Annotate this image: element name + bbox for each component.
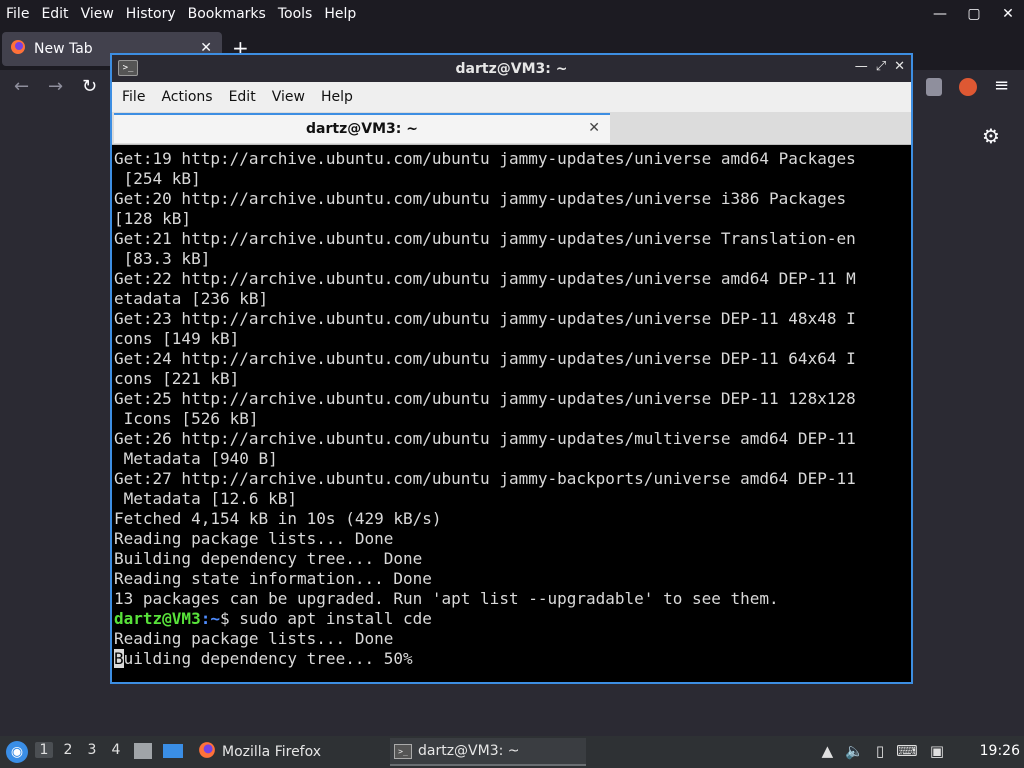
menu-file[interactable]: File (0, 6, 35, 22)
menu-edit[interactable]: Edit (35, 6, 74, 22)
show-desktop-icon[interactable] (163, 744, 183, 758)
term-menu-actions[interactable]: Actions (153, 89, 220, 105)
taskbar: ◉ 1 2 3 4 Mozilla Firefox >_ dartz@VM3: … (0, 736, 1024, 768)
output-line: [83.3 kB] (123, 249, 211, 268)
minimize-button[interactable]: — (930, 6, 950, 22)
terminal-output[interactable]: Get:19 http://archive.ubuntu.com/ubuntu … (112, 145, 911, 682)
terminal-menubar: File Actions Edit View Help (112, 82, 911, 112)
maximize-button[interactable]: ▢ (964, 6, 984, 22)
output-line: Building dependency tree... Done (114, 549, 423, 568)
output-line: Get:19 http://archive.ubuntu.com/ubuntu … (114, 149, 856, 168)
term-menu-file[interactable]: File (112, 89, 153, 105)
file-manager-icon[interactable] (134, 743, 152, 759)
system-tray: ▲ 🔈 ▯ ⌨ ▣ (822, 742, 944, 760)
terminal-window-controls: — ⤢ ✕ (855, 59, 905, 74)
firefox-icon (198, 741, 216, 763)
terminal-history: Get:19 http://archive.ubuntu.com/ubuntu … (114, 149, 856, 608)
output-line: Get:24 http://archive.ubuntu.com/ubuntu … (114, 349, 856, 368)
term-menu-view[interactable]: View (264, 89, 313, 105)
close-button[interactable]: ✕ (998, 6, 1018, 22)
gear-icon[interactable]: ⚙ (982, 124, 1000, 148)
tab-label: New Tab (34, 41, 93, 57)
terminal-window: >_ dartz@VM3: ~ — ⤢ ✕ File Actions Edit … (110, 53, 913, 684)
firefox-icon (10, 39, 26, 59)
output-line: cons [149 kB] (114, 329, 240, 348)
clock[interactable]: 19:26 (980, 743, 1020, 759)
maximize-icon[interactable]: ⤢ (876, 59, 886, 74)
menu-bookmarks[interactable]: Bookmarks (182, 6, 272, 22)
output-line: Reading state information... Done (114, 569, 432, 588)
keyboard-icon[interactable]: ⌨ (896, 742, 918, 760)
output-line: Get:26 http://archive.ubuntu.com/ubuntu … (114, 429, 856, 448)
output-line: etadata [236 kB] (114, 289, 269, 308)
ublock-icon[interactable] (926, 78, 942, 96)
term-menu-help[interactable]: Help (313, 89, 361, 105)
output-line: Get:20 http://archive.ubuntu.com/ubuntu … (114, 189, 847, 208)
terminal-titlebar[interactable]: >_ dartz@VM3: ~ — ⤢ ✕ (112, 55, 911, 82)
output-line: Reading package lists... Done (114, 529, 394, 548)
workspace-4[interactable]: 4 (107, 742, 125, 758)
output-line: Get:23 http://archive.ubuntu.com/ubuntu … (114, 309, 856, 328)
firefox-menubar: File Edit View History Bookmarks Tools H… (0, 0, 1024, 28)
menu-help[interactable]: Help (318, 6, 362, 22)
output-line: Icons [526 kB] (123, 409, 259, 428)
term-menu-edit[interactable]: Edit (221, 89, 264, 105)
terminal-tab[interactable]: dartz@VM3: ~ ✕ (114, 113, 610, 143)
terminal-tab-label: dartz@VM3: ~ (306, 121, 418, 137)
start-menu-icon[interactable]: ◉ (6, 741, 28, 763)
output-line: Reading package lists... Done (114, 629, 394, 648)
volume-icon[interactable]: 🔈 (845, 742, 864, 760)
menu-history[interactable]: History (120, 6, 182, 22)
workspace-2[interactable]: 2 (59, 742, 77, 758)
updates-icon[interactable]: ▲ (822, 742, 834, 760)
output-line: [128 kB] (114, 209, 192, 228)
terminal-icon: >_ (394, 743, 412, 759)
window-controls: — ▢ ✕ (930, 0, 1018, 28)
close-icon[interactable]: ✕ (894, 59, 905, 74)
network-icon[interactable]: ▣ (930, 742, 944, 760)
prompt-user: dartz@VM3 (114, 609, 201, 628)
output-line: Get:27 http://archive.ubuntu.com/ubuntu … (114, 469, 856, 488)
output-line: Metadata [12.6 kB] (123, 489, 298, 508)
output-line: cons [221 kB] (114, 369, 240, 388)
command-text: $ sudo apt install cde (219, 609, 432, 628)
output-line: Get:25 http://archive.ubuntu.com/ubuntu … (114, 389, 856, 408)
clipboard-icon[interactable]: ▯ (876, 742, 884, 760)
progress-line: uilding dependency tree... 50% (123, 649, 413, 668)
taskbar-firefox[interactable]: Mozilla Firefox (194, 738, 378, 766)
hamburger-menu-icon[interactable]: ≡ (994, 75, 1009, 96)
output-line: [254 kB] (123, 169, 201, 188)
output-line: Fetched 4,154 kB in 10s (429 kB/s) (114, 509, 442, 528)
text-cursor: B (114, 649, 124, 668)
close-tab-icon[interactable]: ✕ (588, 120, 600, 136)
output-line: Get:22 http://archive.ubuntu.com/ubuntu … (114, 269, 856, 288)
terminal-tabbar: dartz@VM3: ~ ✕ (112, 112, 911, 145)
reload-icon[interactable]: ↻ (82, 76, 97, 97)
output-line: Get:21 http://archive.ubuntu.com/ubuntu … (114, 229, 856, 248)
minimize-icon[interactable]: — (855, 59, 868, 74)
output-line: 13 packages can be upgraded. Run 'apt li… (114, 589, 779, 608)
output-line: Metadata [940 B] (123, 449, 278, 468)
taskbar-terminal-label: dartz@VM3: ~ (418, 743, 520, 759)
menu-tools[interactable]: Tools (272, 6, 319, 22)
duckduckgo-icon[interactable] (959, 78, 977, 96)
workspace-1[interactable]: 1 (35, 742, 53, 758)
taskbar-firefox-label: Mozilla Firefox (222, 744, 322, 760)
prompt-path: :~ (200, 609, 220, 628)
terminal-title: dartz@VM3: ~ (455, 60, 568, 77)
back-icon[interactable]: ← (14, 76, 29, 97)
forward-icon[interactable]: → (48, 76, 63, 97)
taskbar-terminal[interactable]: >_ dartz@VM3: ~ (390, 738, 586, 766)
menu-view[interactable]: View (75, 6, 120, 22)
workspace-3[interactable]: 3 (83, 742, 101, 758)
terminal-icon: >_ (118, 60, 138, 76)
